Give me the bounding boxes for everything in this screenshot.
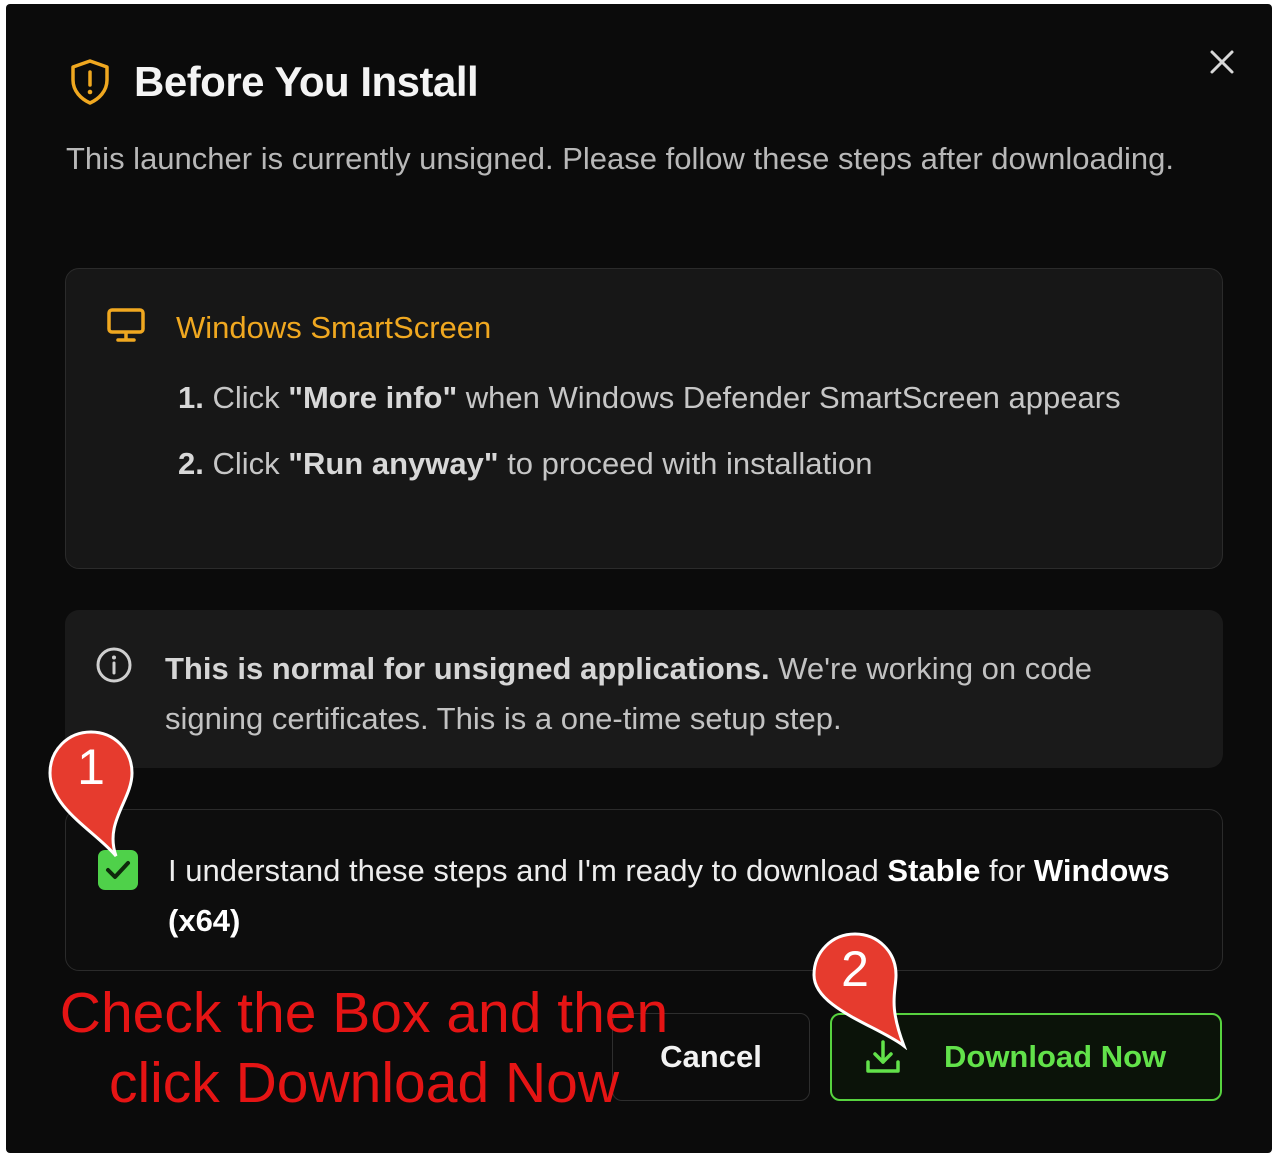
consent-text-middle: for — [989, 853, 1026, 888]
step-text: Click — [212, 446, 280, 481]
notice-text: This is normal for unsigned applications… — [165, 644, 1185, 744]
consent-label[interactable]: I understand these steps and I'm ready t… — [168, 846, 1198, 946]
consent-channel: Stable — [887, 853, 981, 888]
step-run-anyway: 2. Click "Run anyway" to proceed with in… — [178, 439, 1178, 489]
step-number: 1. — [178, 380, 204, 415]
install-dialog: Before You Install This launcher is curr… — [6, 4, 1272, 1153]
download-now-button[interactable]: Download Now — [830, 1013, 1222, 1101]
consent-text: I understand these steps and I'm ready t… — [168, 853, 879, 888]
consent-checkbox[interactable] — [98, 850, 138, 890]
step-text: Click — [212, 380, 280, 415]
smartscreen-header: Windows SmartScreen — [106, 307, 491, 348]
step-action: "More info" — [288, 380, 458, 415]
unsigned-notice: This is normal for unsigned applications… — [65, 610, 1223, 768]
check-icon — [106, 861, 130, 879]
step-text: to proceed with installation — [507, 446, 873, 481]
dialog-title: Before You Install — [134, 58, 479, 105]
consent-box[interactable]: I understand these steps and I'm ready t… — [65, 809, 1223, 971]
smartscreen-title: Windows SmartScreen — [176, 309, 492, 345]
step-action: "Run anyway" — [288, 446, 499, 481]
dialog-description: This launcher is currently unsigned. Ple… — [66, 141, 1175, 176]
smartscreen-steps: 1. Click "More info" when Windows Defend… — [178, 373, 1178, 505]
monitor-icon — [106, 307, 146, 348]
info-icon — [95, 646, 133, 689]
dialog-header: Before You Install — [68, 58, 479, 106]
step-more-info: 1. Click "More info" when Windows Defend… — [178, 373, 1178, 423]
smartscreen-panel: Windows SmartScreen 1. Click "More info"… — [65, 268, 1223, 569]
step-text: when Windows Defender SmartScreen appear… — [465, 380, 1121, 415]
close-button[interactable] — [1202, 42, 1242, 82]
cancel-button[interactable]: Cancel — [612, 1013, 810, 1101]
notice-emphasis: This is normal for unsigned applications… — [165, 651, 770, 686]
step-number: 2. — [178, 446, 204, 481]
download-now-label: Download Now — [944, 1039, 1167, 1074]
close-icon[interactable] — [1208, 48, 1236, 76]
shield-alert-icon — [68, 58, 112, 106]
download-icon — [866, 1040, 900, 1073]
